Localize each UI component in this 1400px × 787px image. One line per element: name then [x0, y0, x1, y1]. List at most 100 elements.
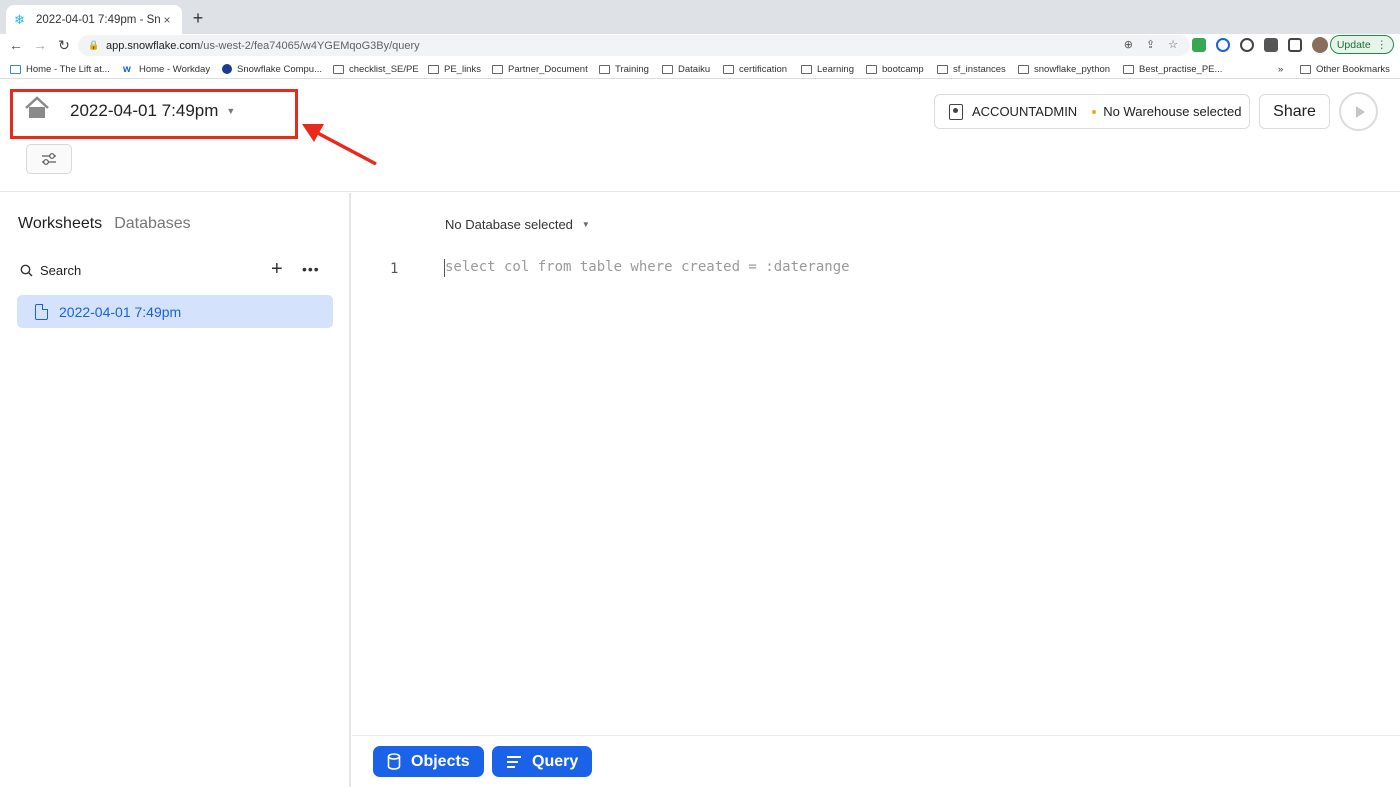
close-icon[interactable]: ×: [160, 13, 174, 27]
annotation-arrow-icon: [302, 124, 377, 166]
folder-icon: [333, 64, 344, 74]
play-icon: [1355, 105, 1365, 118]
search-label: Search: [40, 263, 82, 278]
worksheet-list-item[interactable]: 2022-04-01 7:49pm: [17, 295, 333, 328]
folder-icon: [1300, 64, 1311, 74]
warehouse-status-dot: [1092, 109, 1097, 114]
context-selector[interactable]: ACCOUNTADMIN No Warehouse selected: [934, 94, 1250, 129]
profile-avatar[interactable]: [1312, 37, 1328, 53]
menu-dots-icon: ⋮: [1376, 38, 1388, 51]
bookmark-label: Dataiku: [678, 63, 711, 75]
reload-icon[interactable]: ↻: [55, 36, 73, 54]
caret-down-icon: ▼: [581, 220, 590, 229]
puzzle-icon[interactable]: [1264, 38, 1278, 52]
tab-title: 2022-04-01 7:49pm - Snowflake: [36, 13, 160, 26]
database-selector[interactable]: No Database selected ▼: [445, 217, 590, 232]
role-label: ACCOUNTADMIN: [972, 104, 1078, 119]
new-tab-button[interactable]: +: [188, 8, 208, 28]
update-button[interactable]: Update ⋮: [1330, 35, 1394, 54]
objects-label: Objects: [411, 752, 470, 770]
folder-icon: [599, 64, 610, 74]
filter-button[interactable]: [26, 144, 72, 174]
bookmark-item[interactable]: certification: [723, 62, 787, 76]
bookmark-label: Learning: [817, 63, 854, 75]
run-button[interactable]: [1339, 92, 1378, 131]
line-number: 1: [390, 261, 399, 277]
bookmark-label: PE_links: [444, 63, 481, 75]
bookmark-item[interactable]: Best_practise_PE...: [1123, 62, 1222, 76]
document-icon: [35, 303, 48, 320]
bookmark-item[interactable]: snowflake_python: [1018, 62, 1110, 76]
code-placeholder[interactable]: select col from table where created = :d…: [445, 259, 850, 275]
sidebar-tabs: Worksheets Databases: [18, 215, 191, 233]
bookmark-item[interactable]: sf_instances: [937, 62, 1006, 76]
update-label: Update: [1336, 38, 1371, 51]
bookmark-label: Training: [615, 63, 649, 75]
bottom-bar: Objects Query: [352, 735, 1400, 787]
extension-icon[interactable]: [1192, 38, 1206, 52]
folder-icon: [801, 64, 812, 74]
folder-icon: [723, 64, 734, 74]
lock-icon: 🔒: [88, 40, 100, 50]
search-button[interactable]: Search: [20, 263, 81, 278]
sync-icon[interactable]: [1240, 38, 1254, 52]
bookmark-item[interactable]: Training: [599, 62, 649, 76]
zoom-icon[interactable]: ⊕: [1124, 38, 1133, 51]
bookmark-label: sf_instances: [953, 63, 1006, 75]
other-bookmarks[interactable]: Other Bookmarks: [1300, 62, 1390, 76]
objects-button[interactable]: Objects: [373, 746, 484, 777]
sliders-icon: [42, 153, 56, 165]
worksheet-header: 2022-04-01 7:49pm ▼ ACCOUNTADMIN No Ware…: [0, 80, 1400, 192]
star-icon[interactable]: ☆: [1168, 38, 1178, 51]
bookmark-item[interactable]: Home - The Lift at...: [10, 62, 110, 76]
folder-icon: [937, 64, 948, 74]
extension-icons: [1192, 37, 1328, 53]
bookmarks-bar: Home - The Lift at... w Home - Workday Sn…: [0, 59, 1400, 79]
folder-icon: [1123, 64, 1134, 74]
search-icon: [20, 264, 33, 277]
bookmarks-overflow-button[interactable]: »: [1278, 62, 1283, 76]
bookmark-item[interactable]: Learning: [801, 62, 854, 76]
browser-tab[interactable]: ❄ 2022-04-01 7:49pm - Snowflake ×: [6, 5, 182, 34]
text-cursor: [444, 259, 445, 277]
add-worksheet-button[interactable]: +: [271, 259, 283, 279]
url-path: /us-west-2/fea74065/w4YGEMqoG3By/query: [200, 39, 420, 52]
bookmark-item[interactable]: checklist_SE/PE: [333, 62, 419, 76]
bookmark-label: certification: [739, 63, 788, 75]
bookmark-label: Snowflake Compu...: [237, 63, 323, 75]
url-host: app.snowflake.com: [106, 39, 201, 52]
bookmark-label: snowflake_python: [1034, 63, 1111, 75]
sql-editor[interactable]: No Database selected ▼ 1 select col from…: [352, 193, 1400, 735]
password-manager-icon[interactable]: [1216, 38, 1230, 52]
tab-worksheets[interactable]: Worksheets: [18, 215, 102, 233]
bookmark-item[interactable]: PE_links: [428, 62, 481, 76]
bookmark-item[interactable]: Dataiku: [662, 62, 710, 76]
bookmark-label: Other Bookmarks: [1316, 63, 1390, 75]
bookmark-label: checklist_SE/PE: [349, 63, 419, 75]
address-bar[interactable]: 🔒 app.snowflake.com/us-west-2/fea74065/w…: [78, 35, 1190, 56]
snowflake-icon: ❄: [14, 11, 25, 27]
forward-icon[interactable]: →: [31, 36, 49, 54]
list-icon: [507, 755, 521, 768]
bookmark-label: Home - Workday: [139, 63, 211, 75]
back-icon[interactable]: ←: [7, 36, 25, 54]
snowflake-compu-icon: [222, 64, 232, 74]
more-options-button[interactable]: •••: [302, 261, 320, 277]
folder-icon: [492, 64, 503, 74]
bookmark-item[interactable]: bootcamp: [866, 62, 924, 76]
browser-tabstrip: ❄ 2022-04-01 7:49pm - Snowflake × +: [0, 0, 1400, 34]
folder-icon: [428, 64, 439, 74]
bookmark-item[interactable]: Partner_Document: [492, 62, 588, 76]
tab-databases[interactable]: Databases: [114, 215, 191, 233]
share-page-icon[interactable]: ⇪: [1146, 38, 1155, 51]
bookmark-label: Partner_Document: [508, 63, 588, 75]
share-button[interactable]: Share: [1259, 94, 1330, 129]
sidepanel-icon[interactable]: [1288, 38, 1302, 52]
bookmark-item[interactable]: w Home - Workday: [123, 62, 210, 76]
bookmark-label: Best_practise_PE...: [1139, 63, 1223, 75]
sidebar: Worksheets Databases Search + ••• 2022-0…: [0, 193, 351, 787]
folder-icon: [1018, 64, 1029, 74]
bookmark-item[interactable]: Snowflake Compu...: [222, 62, 322, 76]
folder-icon: [866, 64, 877, 74]
query-button[interactable]: Query: [492, 746, 593, 777]
